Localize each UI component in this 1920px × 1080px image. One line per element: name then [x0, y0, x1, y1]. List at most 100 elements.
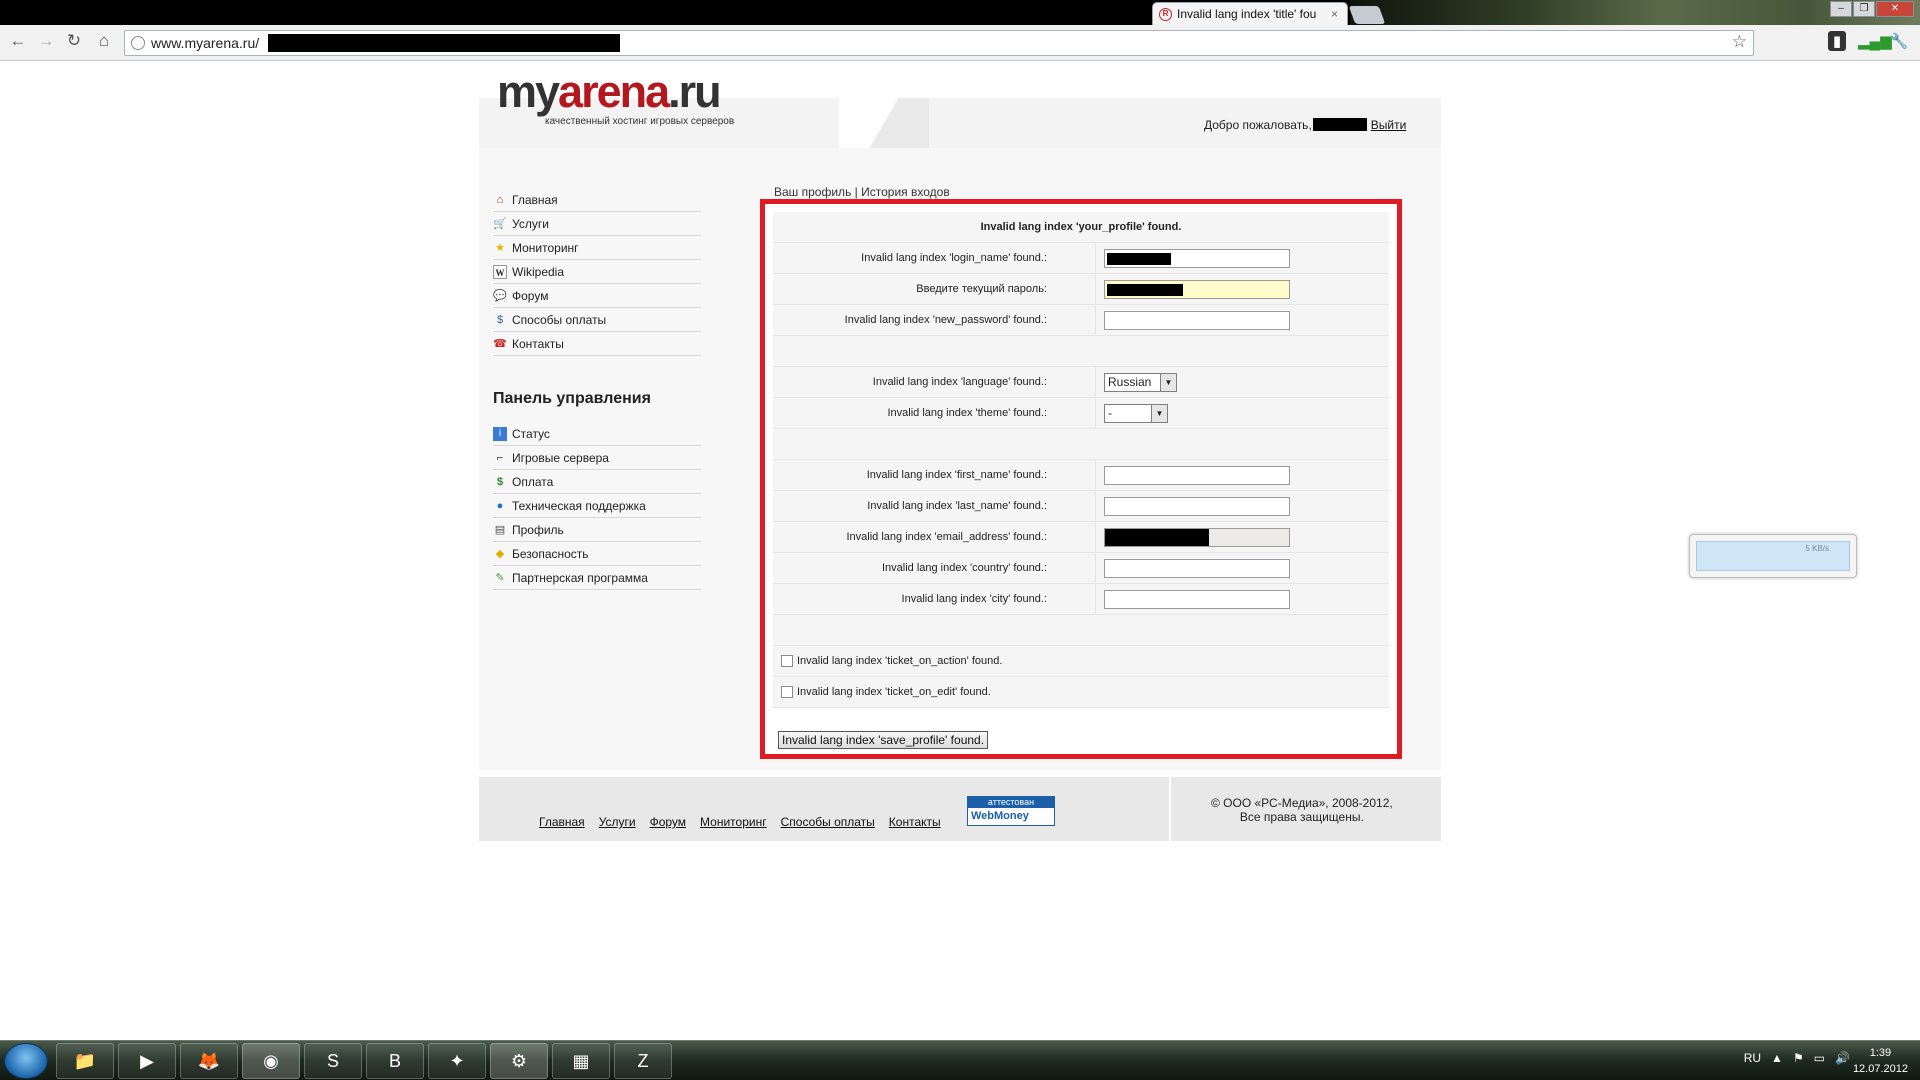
steam-taskbar-icon[interactable]: ⚙: [490, 1043, 548, 1079]
skype-taskbar-icon[interactable]: S: [304, 1043, 362, 1079]
first-name-row: Invalid lang index 'first_name' found.:: [773, 460, 1389, 491]
redacted-url-path: [268, 34, 620, 52]
panel-item-support[interactable]: ● Техническая поддержка: [493, 494, 701, 518]
explorer-taskbar-icon[interactable]: 📁: [56, 1043, 114, 1079]
media-player-taskbar-icon[interactable]: ▶: [118, 1043, 176, 1079]
chrome-taskbar-icon[interactable]: ◉: [242, 1043, 300, 1079]
firefox-taskbar-icon[interactable]: 🦊: [180, 1043, 238, 1079]
footer-links: Главная Услуги Форум Мониторинг Способы …: [539, 815, 941, 829]
language-indicator[interactable]: RU: [1744, 1051, 1761, 1065]
country-row: Invalid lang index 'country' found.:: [773, 553, 1389, 584]
start-button[interactable]: [4, 1043, 48, 1079]
maximize-button[interactable]: ❐: [1853, 1, 1875, 17]
panel-item-payment[interactable]: $ Оплата: [493, 470, 701, 494]
new-tab-button[interactable]: [1348, 6, 1386, 24]
network-speed-widget[interactable]: 5 KB/s: [1689, 534, 1857, 578]
network-tray-icon[interactable]: ▭: [1814, 1051, 1825, 1065]
panel-item-label: Игровые сервера: [512, 450, 609, 465]
address-bar[interactable]: www.myarena.ru/ ☆: [124, 30, 1754, 56]
language-select[interactable]: Russian ▼: [1104, 373, 1177, 392]
clock[interactable]: 1:39 12.07.2012: [1853, 1045, 1908, 1077]
tab-close-icon[interactable]: ×: [1331, 7, 1338, 21]
footer-link-payment-methods[interactable]: Способы оплаты: [781, 815, 875, 829]
minimize-button[interactable]: –: [1830, 1, 1852, 17]
wrench-menu-icon[interactable]: 🔧: [1888, 31, 1910, 53]
sidebar-item-wikipedia[interactable]: W Wikipedia: [493, 260, 701, 284]
new-password-field[interactable]: [1104, 311, 1290, 330]
login-field[interactable]: [1104, 249, 1290, 268]
login-history-link[interactable]: История входов: [861, 185, 950, 199]
back-arrow-icon[interactable]: ←: [6, 29, 30, 53]
network-app-taskbar-icon[interactable]: ▦: [552, 1043, 610, 1079]
footer-link-monitoring[interactable]: Мониторинг: [700, 815, 767, 829]
panel-item-label: Безопасность: [512, 546, 589, 561]
spacer-row: [773, 336, 1389, 367]
ticket-on-action-checkbox[interactable]: [781, 655, 793, 667]
clock-date: 12.07.2012: [1852, 1063, 1908, 1075]
last-name-row: Invalid lang index 'last_name' found.:: [773, 491, 1389, 522]
theme-select[interactable]: - ▼: [1104, 404, 1168, 423]
header-slope: [839, 98, 929, 148]
star-icon: ★: [495, 241, 505, 254]
filezilla-taskbar-icon[interactable]: Z: [614, 1043, 672, 1079]
country-field[interactable]: [1104, 559, 1290, 578]
panel-item-label: Партнерская программа: [512, 570, 648, 585]
sidebar-item-forum[interactable]: 💬 Форум: [493, 284, 701, 308]
ticket-on-action-row: Invalid lang index 'ticket_on_action' fo…: [773, 646, 1389, 677]
spacer-row: [773, 429, 1389, 460]
footer-link-home[interactable]: Главная: [539, 815, 585, 829]
logout-link[interactable]: Выйти: [1371, 118, 1407, 132]
volume-icon[interactable]: 🔊: [1835, 1051, 1850, 1065]
footer-link-contacts[interactable]: Контакты: [889, 815, 941, 829]
save-profile-button[interactable]: Invalid lang index 'save_profile' found.: [778, 731, 989, 749]
vk-taskbar-icon[interactable]: В: [366, 1043, 424, 1079]
home-button-icon[interactable]: ⌂: [92, 29, 116, 53]
panel-item-profile[interactable]: ▤ Профиль: [493, 518, 701, 542]
ticket-on-edit-label: Invalid lang index 'ticket_on_edit' foun…: [797, 686, 991, 698]
sidebar-item-monitoring[interactable]: ★ Мониторинг: [493, 236, 701, 260]
current-password-field[interactable]: [1104, 280, 1290, 299]
site-logo[interactable]: myarena.ru качественный хостинг игровых …: [497, 69, 734, 127]
tab-title: Invalid lang index 'title' fou: [1177, 7, 1317, 21]
close-window-button[interactable]: ✕: [1876, 1, 1914, 17]
browser-tab[interactable]: R Invalid lang index 'title' fou ×: [1152, 2, 1348, 25]
tray-expand-icon[interactable]: ▲: [1771, 1051, 1783, 1065]
welcome-bar: Добро пожаловать, Выйти: [1204, 118, 1406, 132]
browser-toolbar: ← → ↻ ⌂ www.myarena.ru/ ☆ ▮ ▂▄▆ 🔧: [0, 25, 1920, 61]
sidebar-item-contacts[interactable]: ☎ Контакты: [493, 332, 701, 356]
panel-item-status[interactable]: i Статус: [493, 422, 701, 446]
sidebar-item-label: Форум: [512, 288, 549, 303]
footer-link-services[interactable]: Услуги: [599, 815, 636, 829]
sidebar-item-payment-methods[interactable]: $ Способы оплаты: [493, 308, 701, 332]
cart-icon: 🛒: [493, 217, 507, 230]
page-info-icon[interactable]: [131, 36, 145, 50]
sidebar-item-services[interactable]: 🛒 Услуги: [493, 212, 701, 236]
phone-icon: ☎: [493, 337, 507, 350]
footer-link-forum[interactable]: Форум: [650, 815, 686, 829]
window-titlebar: R Invalid lang index 'title' fou × – ❐ ✕: [0, 0, 1920, 25]
action-center-flag-icon[interactable]: ⚑: [1793, 1051, 1804, 1065]
email-field[interactable]: [1104, 528, 1290, 547]
partner-icon: ✎: [495, 571, 505, 584]
ticket-on-edit-checkbox[interactable]: [781, 686, 793, 698]
last-name-field[interactable]: [1104, 497, 1290, 516]
first-name-label: Invalid lang index 'first_name' found.:: [866, 469, 1047, 481]
panel-item-partner[interactable]: ✎ Партнерская программа: [493, 566, 701, 590]
panel-item-game-servers[interactable]: ⌐ Игровые сервера: [493, 446, 701, 470]
city-field[interactable]: [1104, 590, 1290, 609]
login-label: Invalid lang index 'login_name' found.:: [861, 252, 1047, 264]
sidebar-item-home[interactable]: ⌂ Главная: [493, 188, 701, 212]
webmoney-badge[interactable]: аттестован WebMoney: [967, 796, 1055, 826]
gun-icon: ⌐: [496, 451, 504, 464]
bookmark-star-icon[interactable]: ☆: [1732, 32, 1747, 52]
signal-extension-icon[interactable]: ▂▄▆: [1858, 31, 1892, 53]
forward-arrow-icon[interactable]: →: [34, 29, 58, 53]
first-name-field[interactable]: [1104, 466, 1290, 485]
extension-icon[interactable]: ▮: [1828, 31, 1846, 51]
profile-tab-link[interactable]: Ваш профиль: [774, 185, 851, 199]
game-taskbar-icon[interactable]: ✦: [428, 1043, 486, 1079]
clock-time: 1:39: [1869, 1047, 1892, 1059]
current-password-label: Введите текущий пароль:: [916, 283, 1047, 295]
reload-icon[interactable]: ↻: [62, 29, 86, 53]
panel-item-security[interactable]: ◆ Безопасность: [493, 542, 701, 566]
